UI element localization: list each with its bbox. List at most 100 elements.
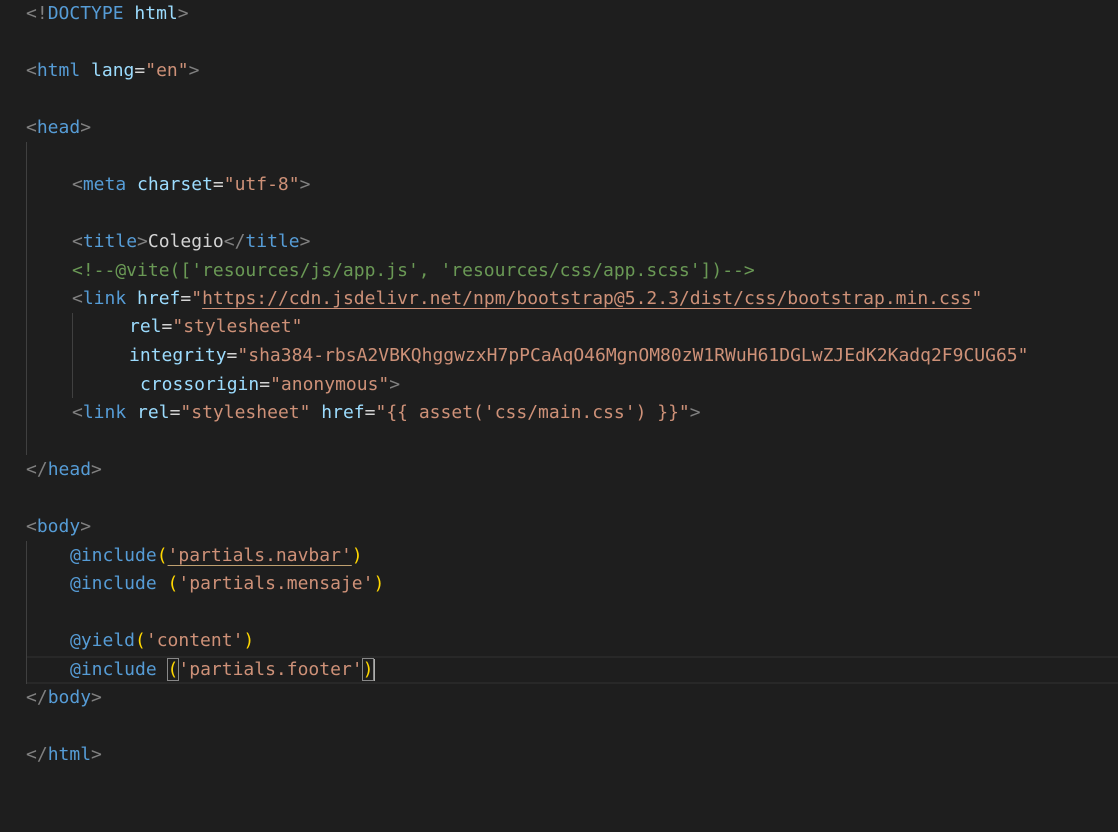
- code-line-23[interactable]: @yield('content'): [70, 627, 254, 655]
- token-tag: body: [47, 687, 92, 708]
- code-line-7[interactable]: <meta charset="utf-8">: [72, 171, 310, 199]
- token-directive: @include: [70, 659, 157, 680]
- token-punct: >: [91, 687, 102, 708]
- token-paren: ): [243, 630, 255, 651]
- token-punct: >: [80, 516, 92, 537]
- token-attr: rel: [137, 402, 170, 423]
- code-editor[interactable]: <!DOCTYPE html> <html lang="en"> <head> …: [0, 0, 1118, 832]
- token-paren: (: [135, 630, 146, 651]
- token-tag: link: [82, 402, 127, 423]
- token-string: "{{ asset('css/main.css') }}": [375, 402, 690, 423]
- token-paren: (: [156, 545, 168, 566]
- token-punct: </: [223, 231, 246, 252]
- token-tag: meta: [82, 174, 127, 195]
- token-punct: <: [72, 231, 83, 252]
- token-eq: =: [134, 60, 146, 81]
- indent-guide-link: [72, 313, 73, 398]
- code-line-9[interactable]: <title>Colegio</title>: [72, 228, 310, 256]
- token-string: "anonymous": [270, 374, 390, 395]
- token-attr: rel: [129, 316, 162, 337]
- token-tag: title: [82, 231, 138, 252]
- token-punct: <: [26, 60, 37, 81]
- code-line-13[interactable]: integrity="sha384-rbsA2VBKQhggwzxH7pPCaA…: [129, 342, 1029, 370]
- code-line-3[interactable]: <html lang="en">: [26, 57, 199, 85]
- token-punct: >: [91, 744, 102, 765]
- token-string: "en": [145, 60, 189, 81]
- token-paren: ): [351, 545, 363, 566]
- token-string: "stylesheet": [180, 402, 311, 423]
- code-line-20[interactable]: @include('partials.navbar'): [70, 542, 363, 570]
- token-tag: link: [82, 288, 127, 309]
- token-tag: head: [47, 459, 92, 480]
- code-line-5[interactable]: <head>: [26, 114, 91, 142]
- indent-guide-body: [26, 541, 27, 684]
- token-tag: html: [47, 744, 92, 765]
- token-punct: >: [91, 459, 102, 480]
- token-punct: >: [188, 60, 200, 81]
- token-string: 'partials.mensaje': [178, 573, 374, 594]
- token-string: 'partials.navbar': [167, 545, 352, 566]
- token-attr: html: [134, 3, 178, 24]
- token-punct: </: [26, 744, 48, 765]
- token-string: ": [191, 288, 203, 309]
- token-text: Colegio: [147, 231, 224, 252]
- token-eq: =: [364, 402, 376, 423]
- code-line-10[interactable]: <!--@vite(['resources/js/app.js', 'resou…: [72, 257, 755, 285]
- code-line-21[interactable]: @include ('partials.mensaje'): [70, 570, 384, 598]
- token-string: "stylesheet": [172, 316, 303, 337]
- token-punct: >: [389, 374, 401, 395]
- token-eq: =: [259, 374, 271, 395]
- token-paren: (: [167, 573, 179, 594]
- token-directive: @include: [70, 545, 157, 566]
- token-punct: >: [689, 402, 701, 423]
- token-tag: html: [36, 60, 81, 81]
- token-string: 'partials.footer': [178, 659, 363, 680]
- token-directive: @include: [70, 573, 157, 594]
- code-line-27[interactable]: </html>: [26, 741, 102, 769]
- token-tag: title: [245, 231, 300, 252]
- token-tag: body: [36, 516, 81, 537]
- token-punct: <: [72, 402, 83, 423]
- token-punct: >: [299, 174, 311, 195]
- token-punct: <: [26, 516, 37, 537]
- code-line-25[interactable]: </body>: [26, 684, 102, 712]
- token-eq: =: [226, 345, 238, 366]
- token-url-link[interactable]: https://cdn.jsdelivr.net/npm/bootstrap@5…: [202, 288, 971, 309]
- token-paren-matched: ): [361, 658, 375, 681]
- code-line-24[interactable]: @include ('partials.footer'): [70, 656, 376, 684]
- token-comment: <!--@vite(['resources/js/app.js', 'resou…: [72, 260, 755, 281]
- code-line-1[interactable]: <!DOCTYPE html>: [26, 0, 189, 28]
- token-attr: href: [137, 288, 181, 309]
- code-line-17[interactable]: </head>: [26, 456, 102, 484]
- token-string: 'content': [145, 630, 244, 651]
- token-string: ": [971, 288, 983, 309]
- token-attr: lang: [91, 60, 135, 81]
- token-punct: </: [26, 459, 48, 480]
- code-line-15[interactable]: <link rel="stylesheet" href="{{ asset('c…: [72, 399, 701, 427]
- token-directive: @yield: [70, 630, 136, 651]
- code-line-11[interactable]: <link href="https://cdn.jsdelivr.net/npm…: [72, 285, 982, 313]
- token-string: "sha384-rbsA2VBKQhggwzxH7pPCaAqO46MgnOM8…: [237, 345, 1029, 366]
- code-line-12[interactable]: rel="stylesheet": [129, 313, 302, 341]
- token-attr: integrity: [129, 345, 227, 366]
- token-punct: <: [26, 117, 37, 138]
- token-paren-matched: (: [166, 658, 180, 681]
- token-punct: >: [299, 231, 311, 252]
- token-eq: =: [212, 174, 224, 195]
- token-doctype: DOCTYPE: [47, 3, 124, 24]
- token-punct: >: [177, 3, 189, 24]
- code-line-14[interactable]: crossorigin="anonymous">: [140, 371, 400, 399]
- token-punct: </: [26, 687, 48, 708]
- code-line-19[interactable]: <body>: [26, 513, 91, 541]
- indent-guide-head: [26, 142, 27, 455]
- token-attr: charset: [137, 174, 213, 195]
- token-attr: href: [321, 402, 365, 423]
- token-attr: crossorigin: [140, 374, 260, 395]
- token-eq: =: [161, 316, 173, 337]
- token-eq: =: [180, 288, 192, 309]
- token-paren: ): [373, 573, 385, 594]
- token-eq: =: [169, 402, 181, 423]
- token-punct: <: [72, 288, 83, 309]
